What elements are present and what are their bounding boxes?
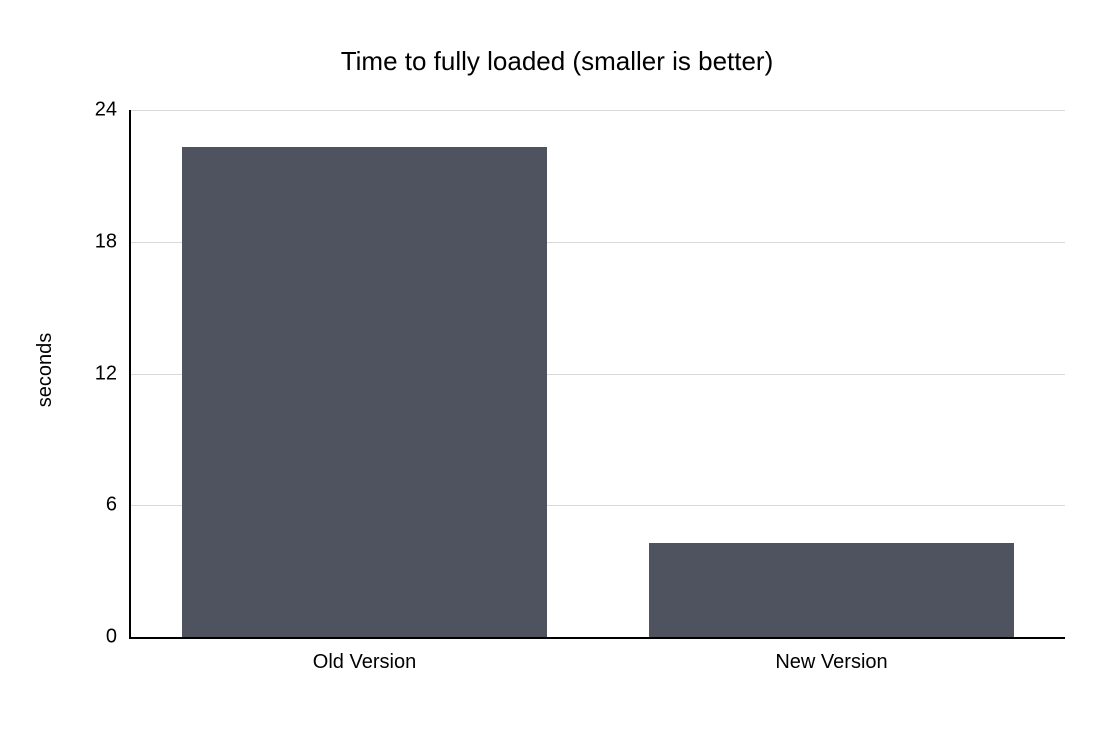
y-tick-label: 12 bbox=[95, 362, 131, 385]
plot-area: 06121824Old VersionNew Version bbox=[129, 110, 1065, 639]
bar-new-version bbox=[649, 543, 1013, 637]
y-tick-label: 0 bbox=[106, 626, 131, 649]
x-tick-label: Old Version bbox=[313, 637, 416, 674]
bar-old-version bbox=[182, 147, 546, 637]
y-tick-label: 24 bbox=[95, 99, 131, 122]
y-axis-label: seconds bbox=[34, 332, 57, 407]
chart-container: Time to fully loaded (smaller is better)… bbox=[0, 0, 1114, 739]
y-tick-label: 18 bbox=[95, 230, 131, 253]
chart-title: Time to fully loaded (smaller is better) bbox=[0, 46, 1114, 77]
y-tick-label: 6 bbox=[106, 494, 131, 517]
gridline bbox=[131, 110, 1065, 111]
x-tick-label: New Version bbox=[775, 637, 887, 674]
